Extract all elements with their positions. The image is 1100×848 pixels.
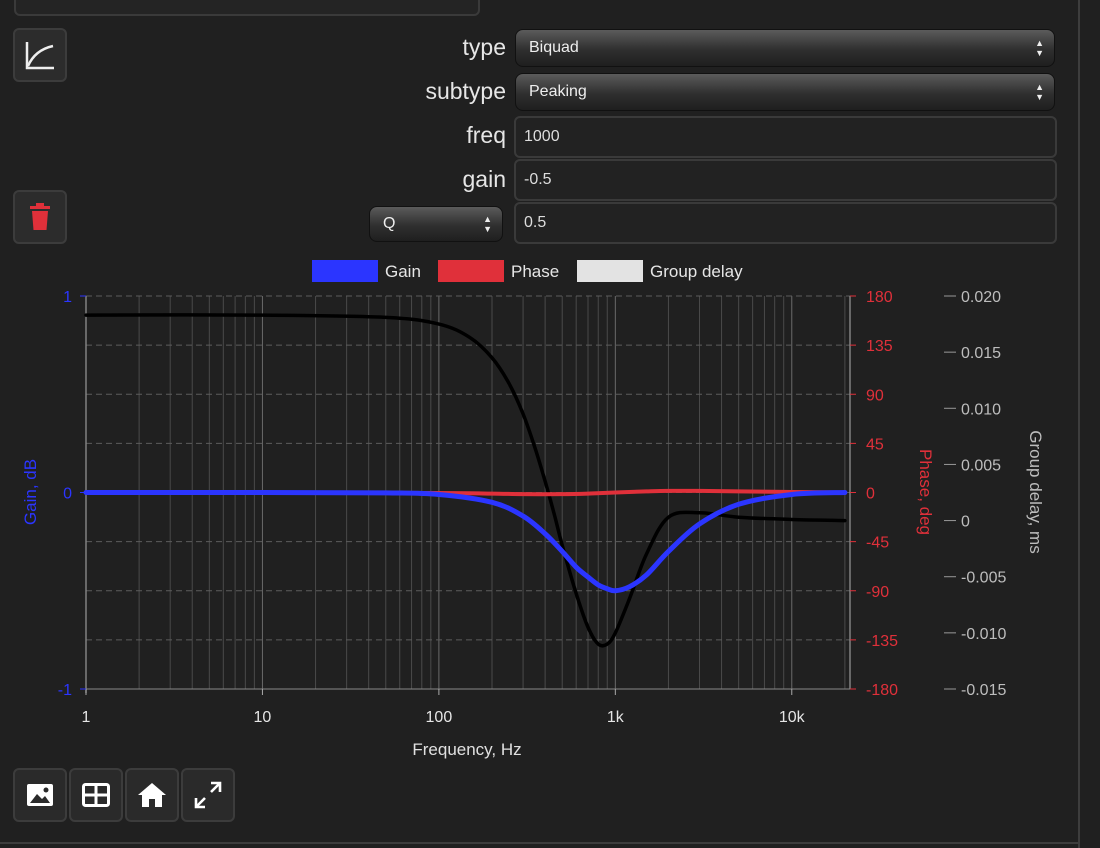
gain-tick-label: 1 [63, 289, 72, 306]
x-tick-label: 10k [779, 709, 806, 726]
chart-ticks: 1 10 100 1k 10k10-118013590450-45-90-135-180… [58, 289, 1007, 726]
phase-tick-label: 45 [866, 436, 884, 453]
panel-border-bottom [0, 842, 1080, 844]
x-tick-label: 1k [607, 709, 625, 726]
group-delay-tick-label: 0.015 [961, 345, 1001, 362]
phase-tick-label: -45 [866, 535, 889, 552]
legend-label-phase: Phase [511, 262, 559, 281]
table-view-button[interactable] [69, 768, 123, 822]
x-tick-label: 100 [426, 709, 453, 726]
legend-swatch-phase [438, 260, 504, 282]
x-tick-label: 10 [254, 709, 272, 726]
gain-axis-label: Gain, dB [21, 459, 40, 525]
table-icon [82, 783, 110, 807]
phase-tick-label: 90 [866, 387, 884, 404]
legend-label-group-delay: Group delay [650, 262, 743, 281]
group-delay-tick-label: 0 [961, 514, 970, 531]
gain-tick-label: 0 [63, 486, 72, 503]
save-image-button[interactable] [13, 768, 67, 822]
legend-swatch-gain [312, 260, 378, 282]
expand-icon [194, 781, 222, 809]
fullscreen-button[interactable] [181, 768, 235, 822]
phase-axis-label: Phase, deg [916, 449, 935, 535]
group-delay-line [84, 313, 847, 648]
reset-view-button[interactable] [125, 768, 179, 822]
chart-series [83, 313, 848, 648]
x-axis-label: Frequency, Hz [412, 740, 521, 759]
home-icon [138, 783, 166, 807]
x-tick-label: 1 [82, 709, 91, 726]
phase-tick-label: -135 [866, 633, 898, 650]
gain-tick-label: -1 [58, 682, 72, 699]
phase-tick-label: -180 [866, 682, 898, 699]
group-delay-tick-label: 0.020 [961, 289, 1001, 306]
legend-label-gain: Gain [385, 262, 421, 281]
group-delay-tick-label: -0.015 [961, 682, 1006, 699]
phase-tick-label: 180 [866, 289, 893, 306]
phase-tick-label: -90 [866, 584, 889, 601]
group-delay-tick-label: 0.005 [961, 457, 1001, 474]
group-delay-tick-label: 0.010 [961, 401, 1001, 418]
image-icon [27, 784, 53, 806]
group-delay-tick-label: -0.005 [961, 570, 1006, 587]
group-delay-axis-label: Group delay, ms [1026, 430, 1045, 553]
legend-swatch-group-delay [577, 260, 643, 282]
group-delay-tick-label: -0.010 [961, 626, 1006, 643]
frequency-response-chart: Gain Phase Group delay Frequency, Hz Gai… [21, 260, 1045, 759]
phase-tick-label: 0 [866, 486, 875, 503]
phase-tick-label: 135 [866, 338, 893, 355]
